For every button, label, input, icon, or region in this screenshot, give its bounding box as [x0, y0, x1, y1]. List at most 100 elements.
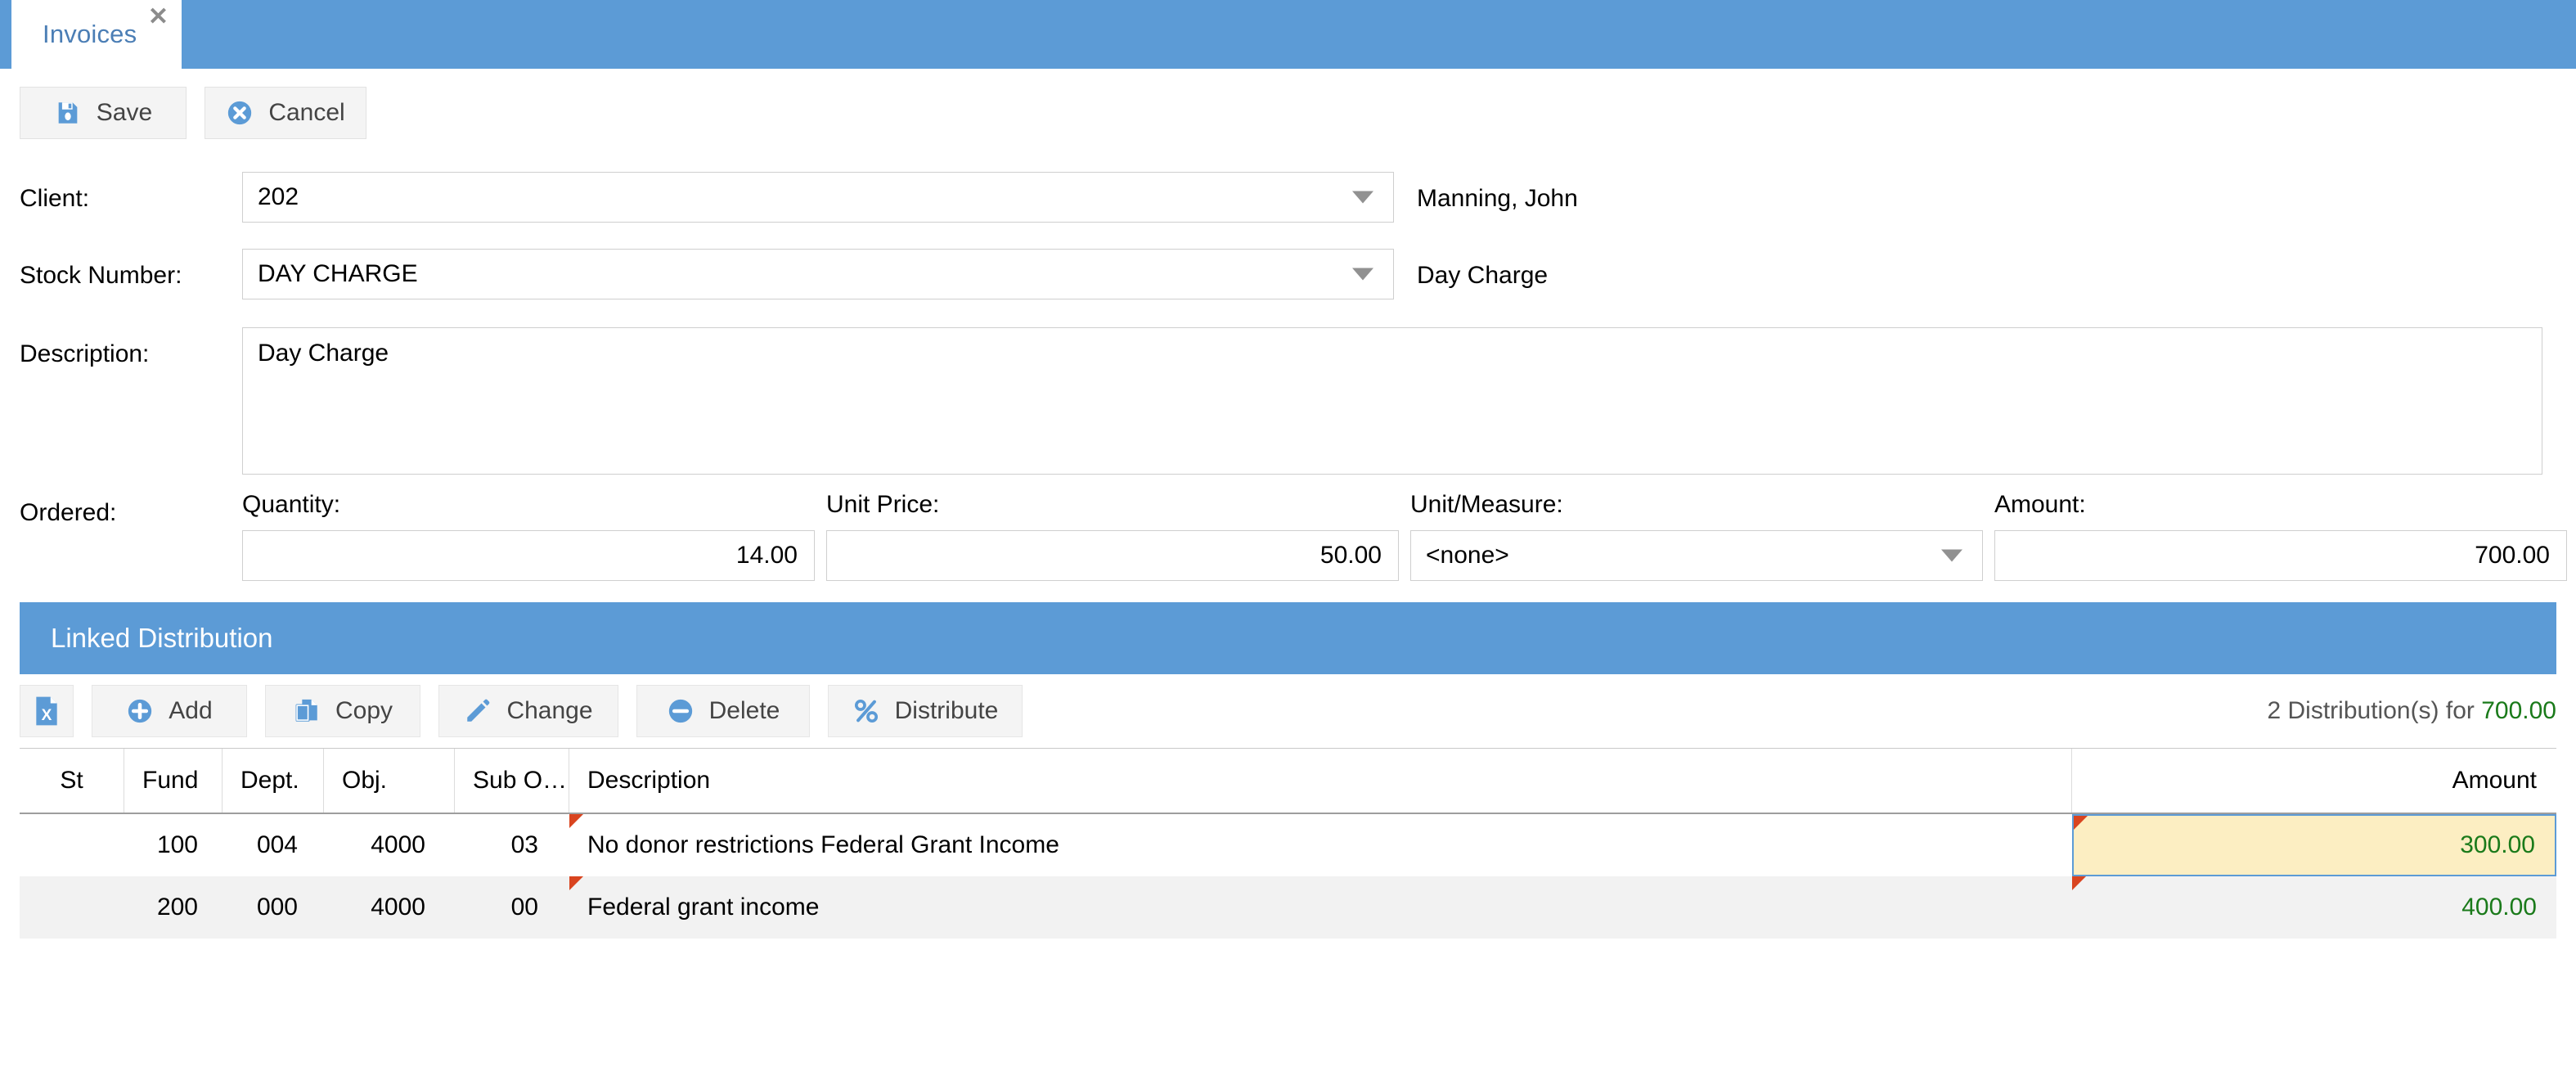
cell-description-text: Federal grant income — [587, 894, 819, 921]
change-button[interactable]: Change — [438, 685, 618, 737]
add-button[interactable]: Add — [92, 685, 247, 737]
cell-obj: 4000 — [324, 876, 455, 939]
client-value: 202 — [243, 183, 299, 211]
table-row[interactable]: 100 004 4000 03 No donor restrictions Fe… — [20, 814, 2556, 876]
column-header-dept[interactable]: Dept. — [223, 749, 324, 813]
quantity-input[interactable]: 14.00 — [242, 530, 815, 581]
distribute-button[interactable]: Distribute — [828, 685, 1023, 737]
unit-price-input[interactable]: 50.00 — [826, 530, 1399, 581]
distribute-button-label: Distribute — [895, 697, 999, 725]
form-toolbar: Save Cancel — [0, 69, 2576, 139]
distribution-grid: St Fund Dept. Obj. Sub O… Description Am… — [20, 748, 2556, 939]
percent-icon — [852, 697, 880, 725]
tab-strip: Invoices ✕ — [0, 0, 2576, 69]
svg-text:X: X — [42, 707, 52, 724]
stock-number-name-text: Day Charge — [1417, 249, 1548, 290]
unit-price-value: 50.00 — [1320, 542, 1382, 570]
change-button-label: Change — [506, 697, 592, 725]
invoice-form: Client: 202 Manning, John Stock Number: … — [0, 139, 2576, 581]
chevron-down-icon[interactable] — [1352, 268, 1373, 281]
description-textarea[interactable]: Day Charge — [242, 327, 2542, 475]
cell-fund: 100 — [124, 814, 223, 876]
amount-field-group: Amount: 700.00 — [1994, 491, 2567, 581]
amount-value: 700.00 — [2475, 542, 2550, 570]
column-header-st[interactable]: St — [20, 749, 124, 813]
unit-measure-select[interactable]: <none> — [1410, 530, 1983, 581]
description-row: Description: Day Charge — [20, 327, 2576, 475]
copy-button-label: Copy — [335, 697, 393, 725]
grid-body: 100 004 4000 03 No donor restrictions Fe… — [20, 814, 2556, 939]
minus-circle-icon — [667, 697, 695, 725]
chevron-down-icon[interactable] — [1941, 550, 1962, 562]
column-header-fund[interactable]: Fund — [124, 749, 223, 813]
ordered-row: Ordered: Quantity: 14.00 Unit Price: 50.… — [20, 491, 2576, 581]
cell-description[interactable]: Federal grant income — [569, 876, 2072, 939]
ordered-label: Ordered: — [20, 499, 242, 527]
chevron-down-icon[interactable] — [1352, 191, 1373, 204]
unit-price-field-group: Unit Price: 50.00 — [826, 491, 1399, 581]
required-marker-icon — [569, 876, 583, 890]
unit-price-label: Unit Price: — [826, 491, 1399, 519]
tab-invoices[interactable]: Invoices ✕ — [11, 0, 182, 69]
cell-sub-obj: 03 — [455, 814, 569, 876]
linked-distribution-header: Linked Distribution — [20, 602, 2556, 674]
client-select[interactable]: 202 — [242, 172, 1394, 223]
description-label: Description: — [20, 327, 242, 368]
stock-number-row: Stock Number: DAY CHARGE Day Charge — [20, 249, 2576, 299]
cell-sub-obj: 00 — [455, 876, 569, 939]
description-value: Day Charge — [243, 328, 389, 367]
cell-description[interactable]: No donor restrictions Federal Grant Inco… — [569, 814, 2072, 876]
excel-export-icon: X — [33, 696, 61, 727]
cell-description-text: No donor restrictions Federal Grant Inco… — [587, 831, 1059, 859]
quantity-label: Quantity: — [242, 491, 815, 519]
quantity-field-group: Quantity: 14.00 — [242, 491, 815, 581]
stock-number-label: Stock Number: — [20, 249, 242, 290]
cell-amount-text: 400.00 — [2461, 894, 2537, 921]
distribution-summary-prefix: 2 Distribution(s) for — [2267, 697, 2481, 724]
amount-label: Amount: — [1994, 491, 2567, 519]
client-name-text: Manning, John — [1417, 172, 1578, 213]
copy-button[interactable]: Copy — [265, 685, 420, 737]
cancel-circle-x-icon — [226, 99, 254, 127]
linked-distribution-title: Linked Distribution — [51, 623, 272, 654]
client-label: Client: — [20, 172, 242, 213]
grid-header-row: St Fund Dept. Obj. Sub O… Description Am… — [20, 749, 2556, 814]
unit-measure-value: <none> — [1411, 542, 1509, 570]
client-row: Client: 202 Manning, John — [20, 172, 2576, 223]
column-header-obj[interactable]: Obj. — [324, 749, 455, 813]
required-marker-icon — [2074, 816, 2088, 830]
table-row[interactable]: 200 000 4000 00 Federal grant income 400… — [20, 876, 2556, 939]
cell-fund: 200 — [124, 876, 223, 939]
copy-pages-icon — [293, 697, 321, 725]
stock-number-select[interactable]: DAY CHARGE — [242, 249, 1394, 299]
amount-input[interactable]: 700.00 — [1994, 530, 2567, 581]
cell-dept: 000 — [223, 876, 324, 939]
delete-button[interactable]: Delete — [636, 685, 810, 737]
cancel-button-label: Cancel — [268, 99, 344, 127]
cell-amount[interactable]: 400.00 — [2072, 876, 2556, 939]
distribution-summary-amount: 700.00 — [2481, 697, 2556, 724]
unit-measure-field-group: Unit/Measure: <none> — [1410, 491, 1983, 581]
save-button-label: Save — [97, 99, 152, 127]
save-disk-icon — [54, 99, 82, 127]
pencil-icon — [464, 697, 492, 725]
cell-amount[interactable]: 300.00 — [2072, 814, 2556, 876]
close-icon[interactable]: ✕ — [148, 5, 169, 29]
add-button-label: Add — [169, 697, 212, 725]
export-excel-button[interactable]: X — [20, 685, 74, 737]
column-header-amount[interactable]: Amount — [2072, 749, 2556, 813]
column-header-sub-obj[interactable]: Sub O… — [455, 749, 569, 813]
cell-obj: 4000 — [324, 814, 455, 876]
tab-invoices-label: Invoices — [43, 20, 137, 49]
column-header-description[interactable]: Description — [569, 749, 2072, 813]
quantity-value: 14.00 — [736, 542, 798, 570]
cell-st — [20, 876, 124, 939]
cell-st — [20, 814, 124, 876]
cancel-button[interactable]: Cancel — [205, 87, 366, 139]
cell-amount-text: 300.00 — [2460, 831, 2535, 859]
save-button[interactable]: Save — [20, 87, 187, 139]
delete-button-label: Delete — [709, 697, 780, 725]
required-marker-icon — [569, 814, 583, 828]
stock-number-value: DAY CHARGE — [243, 260, 418, 288]
required-marker-icon — [2072, 876, 2086, 890]
